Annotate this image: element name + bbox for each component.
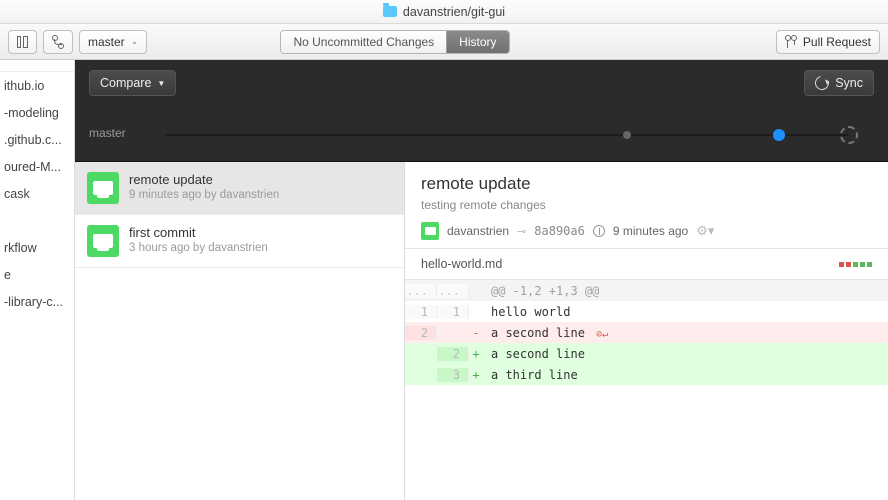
- diff-file-header[interactable]: hello-world.md: [405, 248, 888, 280]
- commit-list-item[interactable]: remote update 9 minutes ago by davanstrie…: [75, 162, 404, 215]
- diff-line: 2+a second line: [405, 343, 888, 364]
- diff-hunk-header: ...... @@ -1,2 +1,3 @@: [405, 280, 888, 301]
- pull-request-label: Pull Request: [803, 35, 871, 49]
- no-newline-icon: ⊘↵: [596, 329, 608, 340]
- sidebar-repo-item[interactable]: rkflow: [0, 234, 74, 261]
- timeline-head-ring: [840, 126, 858, 144]
- diff-filename: hello-world.md: [421, 257, 502, 271]
- clock-icon: [593, 225, 605, 237]
- commit-meta: davanstrien ⊸ 8a890a6 9 minutes ago ⚙︎▾: [421, 222, 872, 240]
- pull-request-icon: [785, 35, 797, 49]
- history-toolbar: Compare ▼ Sync: [75, 60, 888, 106]
- timeline-current-dot[interactable]: [773, 129, 785, 141]
- pull-request-button[interactable]: Pull Request: [776, 30, 880, 54]
- commit-title: remote update: [421, 174, 872, 194]
- branch-icon: [52, 35, 64, 49]
- commit-sha: 8a890a6: [534, 224, 585, 238]
- sidebar-repo-item[interactable]: -modeling: [0, 99, 74, 126]
- sync-label: Sync: [835, 76, 863, 90]
- compare-button[interactable]: Compare ▼: [89, 70, 176, 96]
- sync-icon: [813, 73, 832, 92]
- sidebar-repo-item[interactable]: e: [0, 261, 74, 288]
- gear-icon[interactable]: ⚙︎▾: [696, 223, 714, 239]
- toolbar: master ⌄ No Uncommitted Changes History …: [0, 24, 888, 60]
- caret-down-icon: ▼: [157, 79, 165, 88]
- sidebar-repo-item[interactable]: [0, 207, 74, 234]
- commit-list: remote update 9 minutes ago by davanstrie…: [75, 162, 405, 500]
- toggle-sidebar-button[interactable]: [8, 30, 37, 54]
- commit-time: 9 minutes ago: [613, 224, 688, 238]
- commit-item-subtitle: 3 hours ago by davanstrien: [129, 242, 268, 254]
- commit-timeline[interactable]: master: [75, 106, 888, 162]
- diff-hunk-text: @@ -1,2 +1,3 @@: [483, 284, 599, 298]
- window-titlebar: davanstrien/git-gui: [0, 0, 888, 24]
- avatar-icon: [87, 172, 119, 204]
- diff-view: ...... @@ -1,2 +1,3 @@ 11 hello world2-a…: [405, 280, 888, 385]
- compare-label: Compare: [100, 76, 151, 90]
- view-segmented-control: No Uncommitted Changes History: [280, 30, 509, 54]
- diff-line: 2-a second line ⊘↵: [405, 322, 888, 343]
- sidebar-repo-item[interactable]: cask: [0, 180, 74, 207]
- branch-name: master: [88, 35, 125, 49]
- commit-sha-icon: ⊸: [517, 225, 526, 238]
- sidebar-repo-item[interactable]: -library-c...: [0, 288, 74, 315]
- folder-icon: [383, 6, 397, 17]
- sync-button[interactable]: Sync: [804, 70, 874, 96]
- commit-item-subtitle: 9 minutes ago by davanstrien: [129, 189, 279, 201]
- branch-selector[interactable]: master ⌄: [79, 30, 147, 54]
- timeline-track: [165, 134, 848, 136]
- commit-description: testing remote changes: [421, 198, 872, 212]
- sidebar-repo-item[interactable]: ithub.io: [0, 72, 74, 99]
- commit-author: davanstrien: [447, 224, 509, 238]
- sidebar-repo-item[interactable]: .github.c...: [0, 126, 74, 153]
- repo-title: davanstrien/git-gui: [403, 5, 505, 19]
- timeline-branch-label: master: [89, 126, 126, 140]
- chevron-down-icon: ⌄: [131, 36, 139, 47]
- tab-history[interactable]: History: [446, 31, 508, 53]
- author-avatar-icon: [421, 222, 439, 240]
- avatar-icon: [87, 225, 119, 257]
- timeline-commit-dot[interactable]: [623, 131, 631, 139]
- diff-line: 11 hello world: [405, 301, 888, 322]
- branch-icon-button[interactable]: [43, 30, 73, 54]
- sidebar-icon: [17, 36, 28, 48]
- commit-detail: remote update testing remote changes dav…: [405, 162, 888, 500]
- commit-list-item[interactable]: first commit 3 hours ago by davanstrien: [75, 215, 404, 268]
- repo-sidebar: ithub.io-modeling.github.c...oured-M...c…: [0, 60, 75, 500]
- commit-item-title: first commit: [129, 225, 268, 240]
- tab-changes[interactable]: No Uncommitted Changes: [281, 31, 446, 53]
- diff-summary-dots: [839, 262, 872, 267]
- diff-line: 3+a third line: [405, 364, 888, 385]
- commit-item-title: remote update: [129, 172, 279, 187]
- sidebar-repo-item[interactable]: oured-M...: [0, 153, 74, 180]
